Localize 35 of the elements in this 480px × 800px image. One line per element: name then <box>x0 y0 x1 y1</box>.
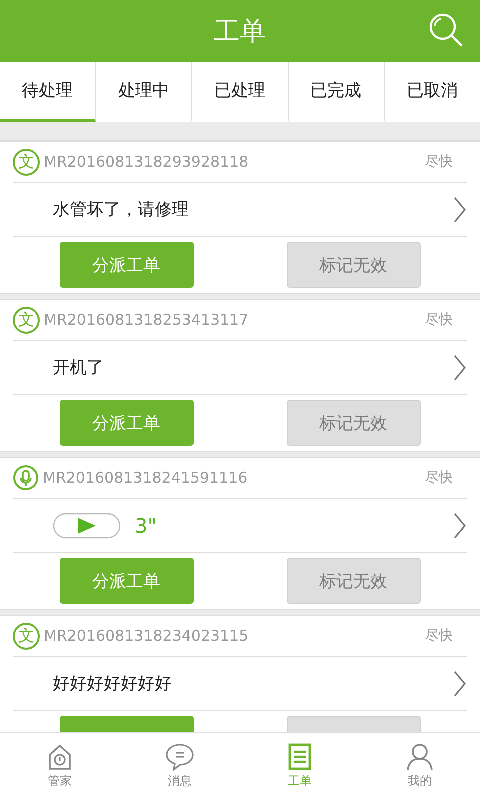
chevron-right-icon <box>453 354 467 380</box>
voice-duration: 3" <box>135 514 158 538</box>
text-type-icon: 文 <box>13 622 40 650</box>
chevron-right-icon <box>453 196 467 222</box>
order-content-row[interactable]: 好好好好好好好 <box>13 657 467 711</box>
priority-label: 尽快 <box>425 311 453 329</box>
priority-label: 尽快 <box>425 469 453 487</box>
tab[interactable]: 待处理 <box>0 62 96 122</box>
order-number: MR2016081318253413117 <box>44 311 250 329</box>
order-description: 开机了 <box>53 357 105 379</box>
order-description: 好好好好好好好 <box>53 673 173 695</box>
page-title: 工单 <box>214 16 266 48</box>
text-type-icon: 文 <box>13 148 40 176</box>
text-type-icon: 文 <box>13 306 40 334</box>
priority-label: 尽快 <box>425 153 453 171</box>
priority-label: 尽快 <box>425 627 453 645</box>
order-number: MR2016081318241591116 <box>43 469 249 487</box>
order-description: 水管坏了，请修理 <box>53 199 190 221</box>
person-icon <box>406 743 434 771</box>
chevron-right-icon <box>453 670 467 696</box>
assign-button[interactable]: 分派工单 <box>60 242 194 288</box>
order-content-row[interactable]: 3" <box>13 499 467 553</box>
order-number: MR2016081318293928118 <box>44 153 250 171</box>
microphone-icon <box>13 465 39 491</box>
house-icon <box>47 743 73 771</box>
chat-bubble-icon <box>165 743 195 771</box>
search-icon[interactable] <box>428 12 464 48</box>
assign-button[interactable]: 分派工单 <box>60 400 194 446</box>
order-content-row[interactable]: 开机了 <box>13 341 467 395</box>
play-button[interactable] <box>53 512 121 538</box>
order-number: MR2016081318234023115 <box>44 627 250 645</box>
order-content-row[interactable]: 水管坏了，请修理 <box>13 183 467 237</box>
assign-button[interactable]: 分派工单 <box>60 558 194 604</box>
document-list-icon <box>288 743 312 771</box>
chevron-right-icon <box>453 512 467 538</box>
